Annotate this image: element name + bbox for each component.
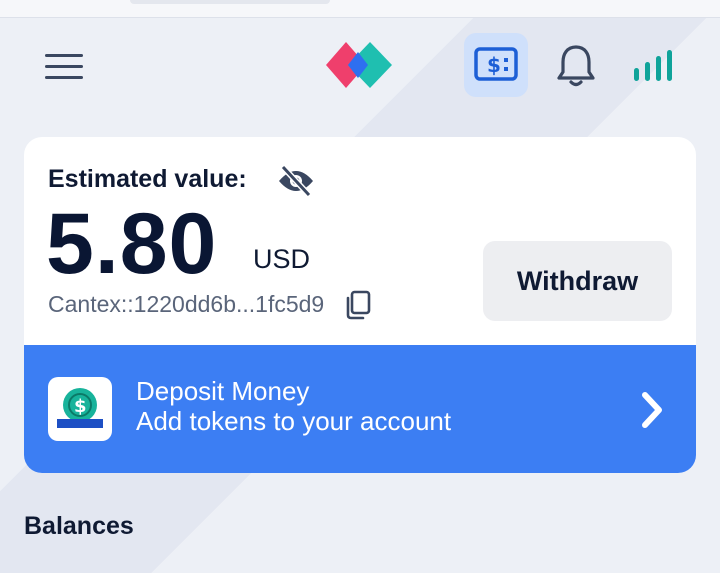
eye-off-icon[interactable] bbox=[276, 163, 316, 199]
copy-icon[interactable] bbox=[344, 290, 372, 320]
svg-text:$: $ bbox=[487, 53, 501, 77]
wallet-button[interactable]: $ bbox=[464, 33, 528, 97]
wallet-address: Cantex::1220dd6b...1fc5d9 bbox=[48, 291, 325, 317]
bell-icon[interactable] bbox=[554, 42, 598, 88]
deposit-icon-container: $ bbox=[48, 377, 112, 441]
chevron-right-icon bbox=[642, 392, 662, 428]
deposit-title: Deposit Money bbox=[136, 376, 310, 406]
hamburger-menu-icon[interactable] bbox=[42, 48, 86, 84]
deposit-subtitle: Add tokens to your account bbox=[136, 406, 452, 436]
estimated-value-currency: USD bbox=[253, 244, 311, 274]
diamond-logo-icon[interactable] bbox=[326, 38, 396, 92]
estimated-value-card: Estimated value: 5.80 USD Cantex::1220dd… bbox=[24, 137, 696, 473]
estimated-value-label: Estimated value: bbox=[48, 165, 247, 193]
coin-deposit-icon: $ bbox=[57, 388, 103, 428]
withdraw-button[interactable]: Withdraw bbox=[483, 241, 672, 321]
deposit-money-banner[interactable]: $ Deposit Money Add tokens to your accou… bbox=[24, 345, 696, 473]
estimated-value-amount: 5.80 bbox=[46, 196, 218, 292]
balances-heading: Balances bbox=[24, 512, 134, 540]
browser-top-bar bbox=[0, 0, 720, 18]
signal-bars-icon[interactable] bbox=[630, 46, 680, 84]
top-bar-handle bbox=[130, 0, 330, 4]
dollar-card-icon: $ bbox=[474, 47, 518, 81]
svg-text:$: $ bbox=[74, 396, 87, 417]
app-header: $ bbox=[0, 30, 720, 102]
